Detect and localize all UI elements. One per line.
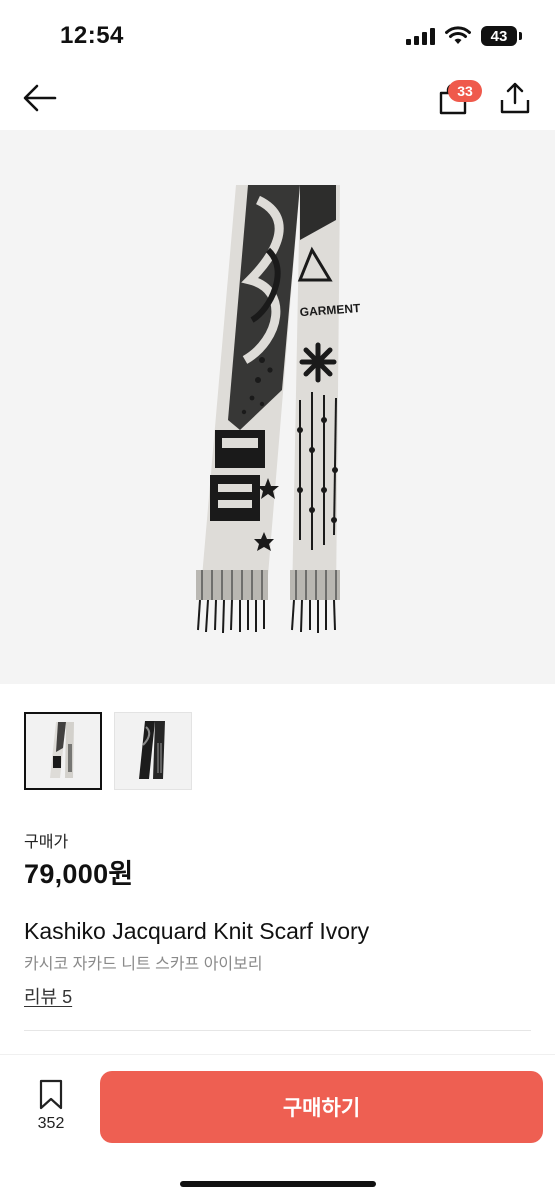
wifi-icon [445, 26, 471, 44]
bottom-action-bar: 352 구매하기 [0, 1054, 555, 1200]
cellular-signal-icon [406, 27, 435, 45]
back-arrow-icon[interactable] [22, 82, 58, 114]
thumbnail-strip [24, 712, 192, 790]
thumbnail-black-scarf[interactable] [114, 712, 192, 790]
thumbnail-ivory-image [50, 722, 74, 778]
wishlist-count: 352 [37, 1115, 65, 1132]
price-label: 구매가 [24, 834, 69, 851]
status-bar: 12:54 43 [0, 0, 555, 70]
status-icons: 43 [406, 26, 522, 46]
thumbnail-black-image [139, 721, 165, 779]
product-main-image[interactable]: GARMENT [0, 130, 555, 684]
home-indicator [180, 1181, 376, 1187]
review-link[interactable]: 리뷰 5 [24, 983, 72, 1009]
battery-level: 43 [490, 27, 508, 45]
status-time: 12:54 [60, 22, 124, 49]
product-name-korean: 카시코 자카드 니트 스카프 아이보리 [24, 956, 263, 973]
price-value: 79,000원 [24, 859, 134, 889]
bookmark-icon [39, 1079, 63, 1110]
battery-icon: 43 [481, 26, 522, 46]
product-name: Kashiko Jacquard Knit Scarf Ivory [24, 918, 370, 944]
cart-count-badge: 33 [448, 80, 482, 102]
share-icon[interactable] [498, 80, 532, 116]
scarf-illustration: GARMENT [196, 185, 361, 634]
thumbnail-ivory-scarf[interactable] [24, 712, 102, 790]
buy-button[interactable]: 구매하기 [100, 1071, 543, 1143]
wishlist-button[interactable]: 352 [28, 1079, 74, 1133]
divider [24, 1030, 531, 1031]
scarf-garment-text: GARMENT [299, 301, 361, 319]
